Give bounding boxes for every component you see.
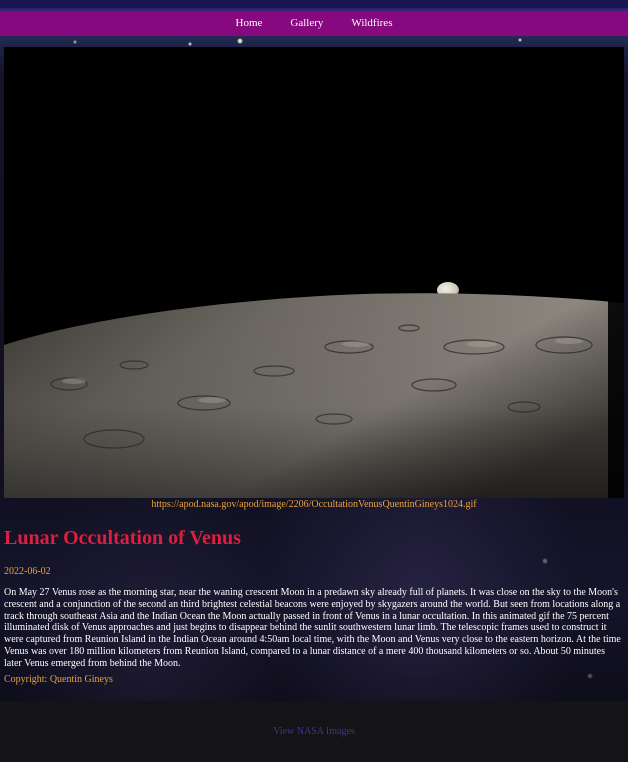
image-url[interactable]: https://apod.nasa.gov/apod/image/2206/Oc…	[0, 499, 628, 510]
apod-explanation: On May 27 Venus rose as the morning star…	[4, 587, 621, 669]
top-strip	[0, 0, 628, 11]
apod-title: Lunar Occultation of Venus	[4, 527, 241, 549]
apod-copyright: Copyright: Quentin Gineys	[4, 674, 113, 685]
apod-date: 2022-06-02	[4, 566, 51, 577]
nav-link-home[interactable]: Home	[222, 17, 277, 31]
page-footer: View NASA Images	[0, 701, 628, 762]
main-nav: Home Gallery Wildfires	[0, 11, 628, 36]
view-nasa-images-link[interactable]: View NASA Images	[0, 726, 628, 737]
nav-link-wildfires[interactable]: Wildfires	[337, 17, 406, 31]
apod-image	[4, 47, 624, 498]
nav-link-gallery[interactable]: Gallery	[276, 17, 337, 31]
